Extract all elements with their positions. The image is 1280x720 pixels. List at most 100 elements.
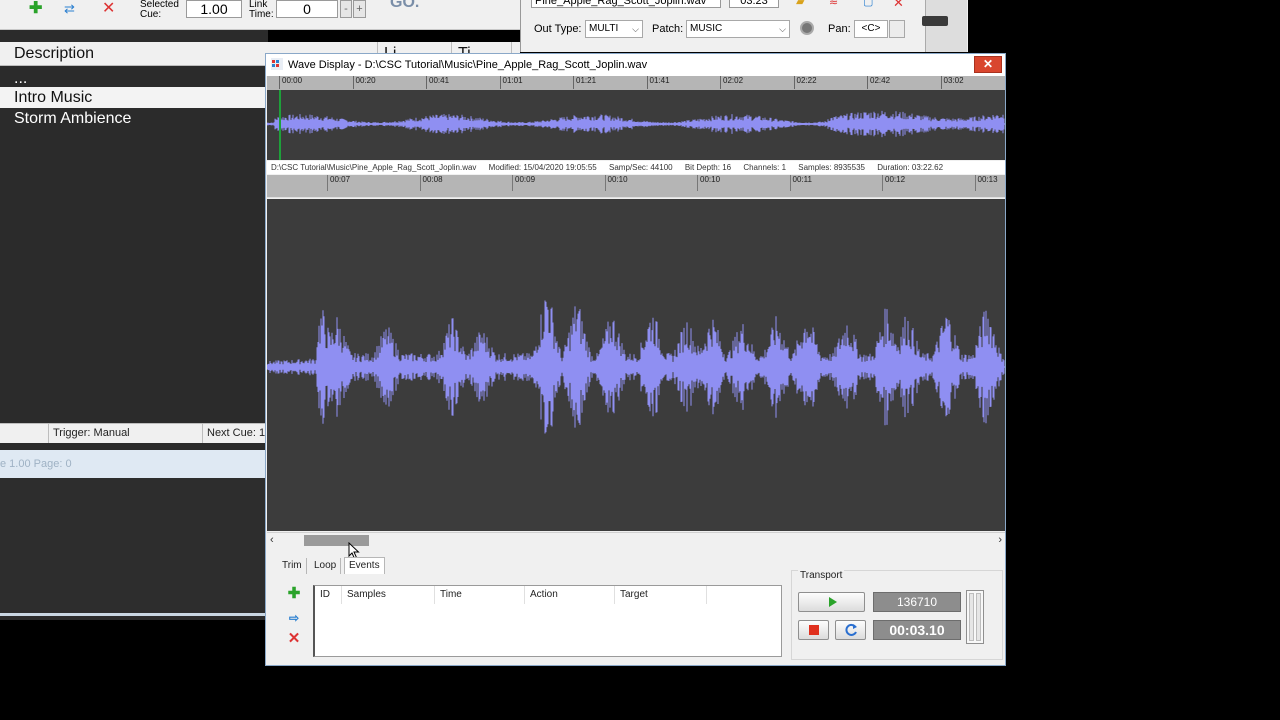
title-bar[interactable]: Wave Display - D:\CSC Tutorial\Music\Pin…	[266, 54, 1005, 76]
pan-field[interactable]: <C>	[854, 20, 888, 38]
pan-value: <C>	[861, 23, 881, 34]
lower-panel	[0, 478, 268, 616]
delete-x-icon[interactable]: ✕	[286, 631, 302, 647]
speaker-icon[interactable]	[800, 21, 814, 35]
horizontal-scrollbar[interactable]: ‹ ›	[267, 532, 1005, 547]
stop-icon	[809, 625, 819, 635]
main-tick-label: 00:11	[789, 175, 812, 191]
scroll-left-icon[interactable]: ‹	[270, 533, 274, 548]
plus-icon[interactable]: ✚	[286, 586, 302, 602]
col-action[interactable]: Action	[525, 586, 615, 604]
main-tick-label: 00:10	[697, 175, 720, 191]
out-type-label: Out Type:	[534, 23, 582, 35]
overview-waveform	[267, 110, 1005, 138]
time-display: 00:03.10	[873, 620, 961, 640]
events-table-header: ID Samples Time Action Target	[315, 586, 780, 604]
playhead-cursor[interactable]	[279, 90, 281, 160]
link-time-label-2: Time:	[249, 9, 274, 20]
list-item-selected[interactable]: Intro Music	[0, 87, 268, 108]
selected-cue-label-2: Cue:	[140, 9, 162, 20]
fader-knob[interactable]	[922, 16, 948, 26]
link-time-field[interactable]: 0	[276, 0, 338, 18]
overview-tick-label: 02:02	[720, 76, 743, 89]
pan-label: Pan:	[828, 23, 851, 35]
go-button[interactable]: GO.	[390, 0, 419, 12]
level-meter	[966, 590, 984, 644]
folder-icon[interactable]: ▰	[796, 0, 804, 8]
pan-stepper[interactable]	[889, 20, 905, 38]
volume-fader[interactable]	[925, 0, 967, 52]
play-icon	[829, 597, 837, 607]
play-button[interactable]	[798, 592, 865, 612]
main-toolbar: ✚ ⇄ ✕ Selected Cue: 1.00 Link Time: 0 - …	[0, 0, 520, 30]
increment-button[interactable]: +	[353, 0, 366, 18]
info-bit-depth: Bit Depth: 16	[684, 163, 732, 172]
close-cue-icon[interactable]: ✕	[893, 0, 904, 11]
main-tick-label: 00:08	[419, 175, 443, 191]
col-target[interactable]: Target	[615, 586, 707, 604]
overview-tick-label: 00:41	[426, 76, 449, 89]
main-waveform	[267, 300, 1005, 434]
info-modified: Modified: 15/04/2020 19:05:55	[488, 163, 597, 172]
scroll-right-icon[interactable]: ›	[998, 533, 1002, 548]
main-tick-label: 00:13	[974, 175, 998, 191]
samples-display: 136710	[873, 592, 961, 612]
overview-tick-label: 01:41	[646, 76, 670, 89]
main-tick-label: 00:07	[327, 175, 350, 191]
info-duration: Duration: 03:22.62	[877, 163, 944, 172]
level-meter-right	[976, 593, 981, 641]
tab-trim[interactable]: Trim	[278, 558, 307, 574]
col-time[interactable]: Time	[435, 586, 525, 604]
patch-value: MUSIC	[690, 23, 723, 34]
overview-tick-label: 01:21	[573, 76, 596, 89]
col-samples[interactable]: Samples	[342, 586, 435, 604]
main-tick-label: 00:10	[604, 175, 628, 191]
close-button[interactable]: ✕	[974, 56, 1002, 73]
loop-rewind-button[interactable]	[835, 620, 866, 640]
file-name-field[interactable]: Pine_Apple_Rag_Scott_Joplin.wav	[531, 0, 721, 8]
app-icon	[271, 58, 283, 70]
patch-select[interactable]: MUSIC ⌵	[686, 20, 790, 38]
refresh-icon	[845, 623, 857, 636]
main-timeline-ruler[interactable]: 00:07 00:08 00:09 00:10 00:10 00:11 00:12 00:13	[267, 175, 1005, 198]
duration-field[interactable]: 03:23	[729, 0, 779, 8]
window-icon[interactable]: ▢	[863, 0, 873, 8]
tab-events[interactable]: Events	[344, 557, 385, 574]
chevron-down-icon: ⌵	[632, 24, 639, 34]
out-type-value: MULTI	[589, 23, 619, 34]
status-spacer	[0, 424, 48, 443]
col-id[interactable]: ID	[315, 586, 342, 604]
decrement-button[interactable]: -	[340, 0, 352, 18]
trim-icon[interactable]: ≋	[829, 0, 838, 8]
waveform-main[interactable]	[267, 199, 1005, 531]
chevron-down-icon: ⌵	[779, 24, 786, 34]
selected-cue-field[interactable]: 1.00	[186, 0, 242, 18]
delete-cue-icon[interactable]: ✕	[102, 0, 115, 18]
waveform-overview[interactable]: 00:00 00:20 00:41 01:01 01:21 01:41 02:02 02:22…	[267, 76, 1005, 160]
overview-tick-label: 02:42	[867, 76, 890, 89]
overview-tick-label: 01:01	[499, 76, 523, 89]
out-type-select[interactable]: MULTI ⌵	[585, 20, 643, 38]
info-channels: Channels: 1	[743, 163, 787, 172]
file-info-bar: D:\CSC Tutorial\Music\Pine_Apple_Rag_Sco…	[267, 161, 1005, 174]
overview-tick-label: 02:22	[793, 76, 817, 89]
add-cue-icon[interactable]: ✚	[29, 0, 42, 18]
main-tick-label: 00:09	[512, 175, 535, 191]
trigger-status: Trigger: Manual	[48, 424, 202, 443]
patch-label: Patch:	[652, 23, 684, 35]
page-info-bar: e 1.00 Page: 0	[0, 450, 268, 478]
cue-status-bar: Trigger: Manual Next Cue: 1.	[0, 423, 268, 443]
next-cue-status: Next Cue: 1.	[202, 424, 268, 443]
overview-tick-label: 03:02	[940, 76, 964, 89]
list-item[interactable]: ...	[0, 68, 268, 89]
list-item[interactable]: Storm Ambience	[0, 108, 268, 129]
window-title: Wave Display - D:\CSC Tutorial\Music\Pin…	[288, 59, 648, 71]
overview-tick-label: 00:00	[279, 76, 302, 89]
events-table[interactable]: ID Samples Time Action Target	[313, 585, 782, 657]
transport-label: Transport	[798, 570, 845, 582]
tab-loop[interactable]: Loop	[310, 558, 342, 574]
insert-arrow-icon[interactable]: ⇨	[286, 610, 302, 626]
wave-display-window: Wave Display - D:\CSC Tutorial\Music\Pin…	[265, 53, 1006, 666]
stop-button[interactable]	[798, 620, 829, 640]
insert-cue-icon[interactable]: ⇄	[64, 0, 75, 18]
